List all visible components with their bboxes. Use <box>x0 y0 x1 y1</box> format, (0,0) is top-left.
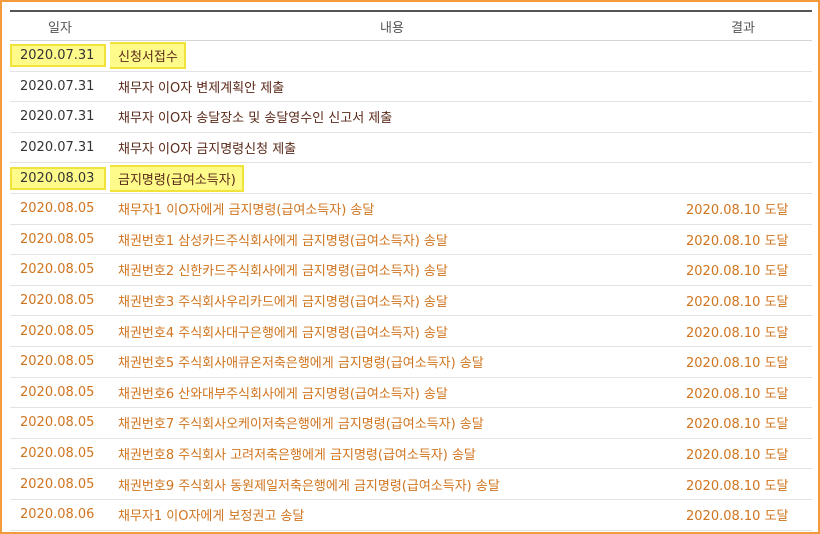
table-row: 2020.08.05 채권번호6 산와대부주식회사에게 금지명령(급여소득자) … <box>10 377 812 409</box>
row-result <box>674 162 812 194</box>
table-row: 2020.08.03 금지명령(급여소득자) <box>10 162 812 194</box>
row-result <box>674 40 812 72</box>
table-row: 2020.08.05 채권번호2 신한카드주식회사에게 금지명령(급여소득자) … <box>10 254 812 286</box>
row-content: 채권번호7 주식회사오케이저축은행에게 금지명령(급여소득자) 송달 <box>110 407 674 439</box>
row-result: 2020.08.10 도달 <box>674 224 812 256</box>
table-row: 2020.07.31 채무자 이O자 금지명령신청 제출 <box>10 132 812 164</box>
row-date: 2020.08.05 <box>10 285 110 317</box>
row-result: 2020.08.10 도달 <box>674 499 812 531</box>
row-result <box>674 71 812 103</box>
row-content: 채권번호1 삼성카드주식회사에게 금지명령(급여소득자) 송달 <box>110 224 674 256</box>
row-date: 2020.07.31 <box>10 101 110 133</box>
row-date: 2020.08.05 <box>10 468 110 500</box>
table-row: 2020.08.05 채무자1 이O자에게 금지명령(급여소득자) 송달 202… <box>10 193 812 225</box>
row-result: 2020.08.10 도달 <box>674 377 812 409</box>
row-content: 채권번호9 주식회사 동원제일저축은행에게 금지명령(급여소득자) 송달 <box>110 468 674 500</box>
row-content: 채권번호4 주식회사대구은행에게 금지명령(급여소득자) 송달 <box>110 315 674 347</box>
row-result: 2020.08.10 도달 <box>674 407 812 439</box>
row-content: 채권번호8 주식회사 고려저축은행에게 금지명령(급여소득자) 송달 <box>110 438 674 470</box>
column-header-result: 결과 <box>674 11 812 41</box>
table-row: 2020.07.31 채무자 이O자 송달장소 및 송달영수인 신고서 제출 <box>10 101 812 133</box>
row-content: 채권번호5 주식회사애큐온저축은행에게 금지명령(급여소득자) 송달 <box>110 346 674 378</box>
row-result: 2020.08.10 도달 <box>674 346 812 378</box>
table-row: 2020.07.31 채무자 이O자 변제계획안 제출 <box>10 71 812 103</box>
row-content: 채무자1 이O자에게 금지명령(급여소득자) 송달 <box>110 193 674 225</box>
table-row: 2020.07.31 신청서접수 <box>10 40 812 72</box>
column-header-content: 내용 <box>110 11 674 41</box>
row-content: 채무자 이O자 금지명령신청 제출 <box>110 132 674 164</box>
row-date: 2020.08.05 <box>10 315 110 347</box>
row-content: 채권번호2 신한카드주식회사에게 금지명령(급여소득자) 송달 <box>110 254 674 286</box>
table-row: 2020.08.05 채권번호3 주식회사우리카드에게 금지명령(급여소득자) … <box>10 285 812 317</box>
row-content: 채권번호3 주식회사우리카드에게 금지명령(급여소득자) 송달 <box>110 285 674 317</box>
column-header-date: 일자 <box>10 11 110 41</box>
table-row: 2020.08.05 채권번호5 주식회사애큐온저축은행에게 금지명령(급여소득… <box>10 346 812 378</box>
table-header-row: 일자 내용 결과 <box>10 11 812 41</box>
row-date-highlighted: 2020.08.03 <box>10 166 107 190</box>
row-result: 2020.08.10 도달 <box>674 254 812 286</box>
row-content: 채무자 이O자 송달장소 및 송달영수인 신고서 제출 <box>110 101 674 133</box>
row-date: 2020.07.31 <box>10 132 110 164</box>
row-result: 2020.08.10 도달 <box>674 285 812 317</box>
table-row: 2020.08.05 채권번호9 주식회사 동원제일저축은행에게 금지명령(급여… <box>10 468 812 500</box>
row-date: 2020.07.31 <box>10 71 110 103</box>
row-content-highlighted: 금지명령(급여소득자) <box>110 164 244 192</box>
table-row: 2020.08.05 채권번호1 삼성카드주식회사에게 금지명령(급여소득자) … <box>10 224 812 256</box>
row-date: 2020.08.05 <box>10 438 110 470</box>
table-row: 2020.08.05 채권번호4 주식회사대구은행에게 금지명령(급여소득자) … <box>10 315 812 347</box>
row-date: 2020.08.05 <box>10 346 110 378</box>
row-date: 2020.08.05 <box>10 254 110 286</box>
case-history-panel: 일자 내용 결과 2020.07.31 신청서접수 2020.07.31 채무자… <box>0 0 820 534</box>
table-row: 2020.08.06 채무자1 이O자에게 보정권고 송달 2020.08.10… <box>10 499 812 531</box>
row-content-highlighted: 신청서접수 <box>110 42 186 70</box>
row-date: 2020.08.05 <box>10 224 110 256</box>
row-result <box>674 132 812 164</box>
case-history-table: 일자 내용 결과 2020.07.31 신청서접수 2020.07.31 채무자… <box>10 10 812 531</box>
row-date: 2020.08.05 <box>10 193 110 225</box>
row-date-highlighted: 2020.07.31 <box>10 44 107 68</box>
row-result: 2020.08.10 도달 <box>674 315 812 347</box>
row-result: 2020.08.10 도달 <box>674 438 812 470</box>
row-date: 2020.08.05 <box>10 377 110 409</box>
row-result: 2020.08.10 도달 <box>674 468 812 500</box>
row-content: 채권번호6 산와대부주식회사에게 금지명령(급여소득자) 송달 <box>110 377 674 409</box>
table-row: 2020.08.05 채권번호8 주식회사 고려저축은행에게 금지명령(급여소득… <box>10 438 812 470</box>
row-date: 2020.08.06 <box>10 499 110 531</box>
row-content: 채무자1 이O자에게 보정권고 송달 <box>110 499 674 531</box>
row-result: 2020.08.10 도달 <box>674 193 812 225</box>
row-result <box>674 101 812 133</box>
row-date: 2020.08.05 <box>10 407 110 439</box>
table-row: 2020.08.05 채권번호7 주식회사오케이저축은행에게 금지명령(급여소득… <box>10 407 812 439</box>
row-content: 채무자 이O자 변제계획안 제출 <box>110 71 674 103</box>
